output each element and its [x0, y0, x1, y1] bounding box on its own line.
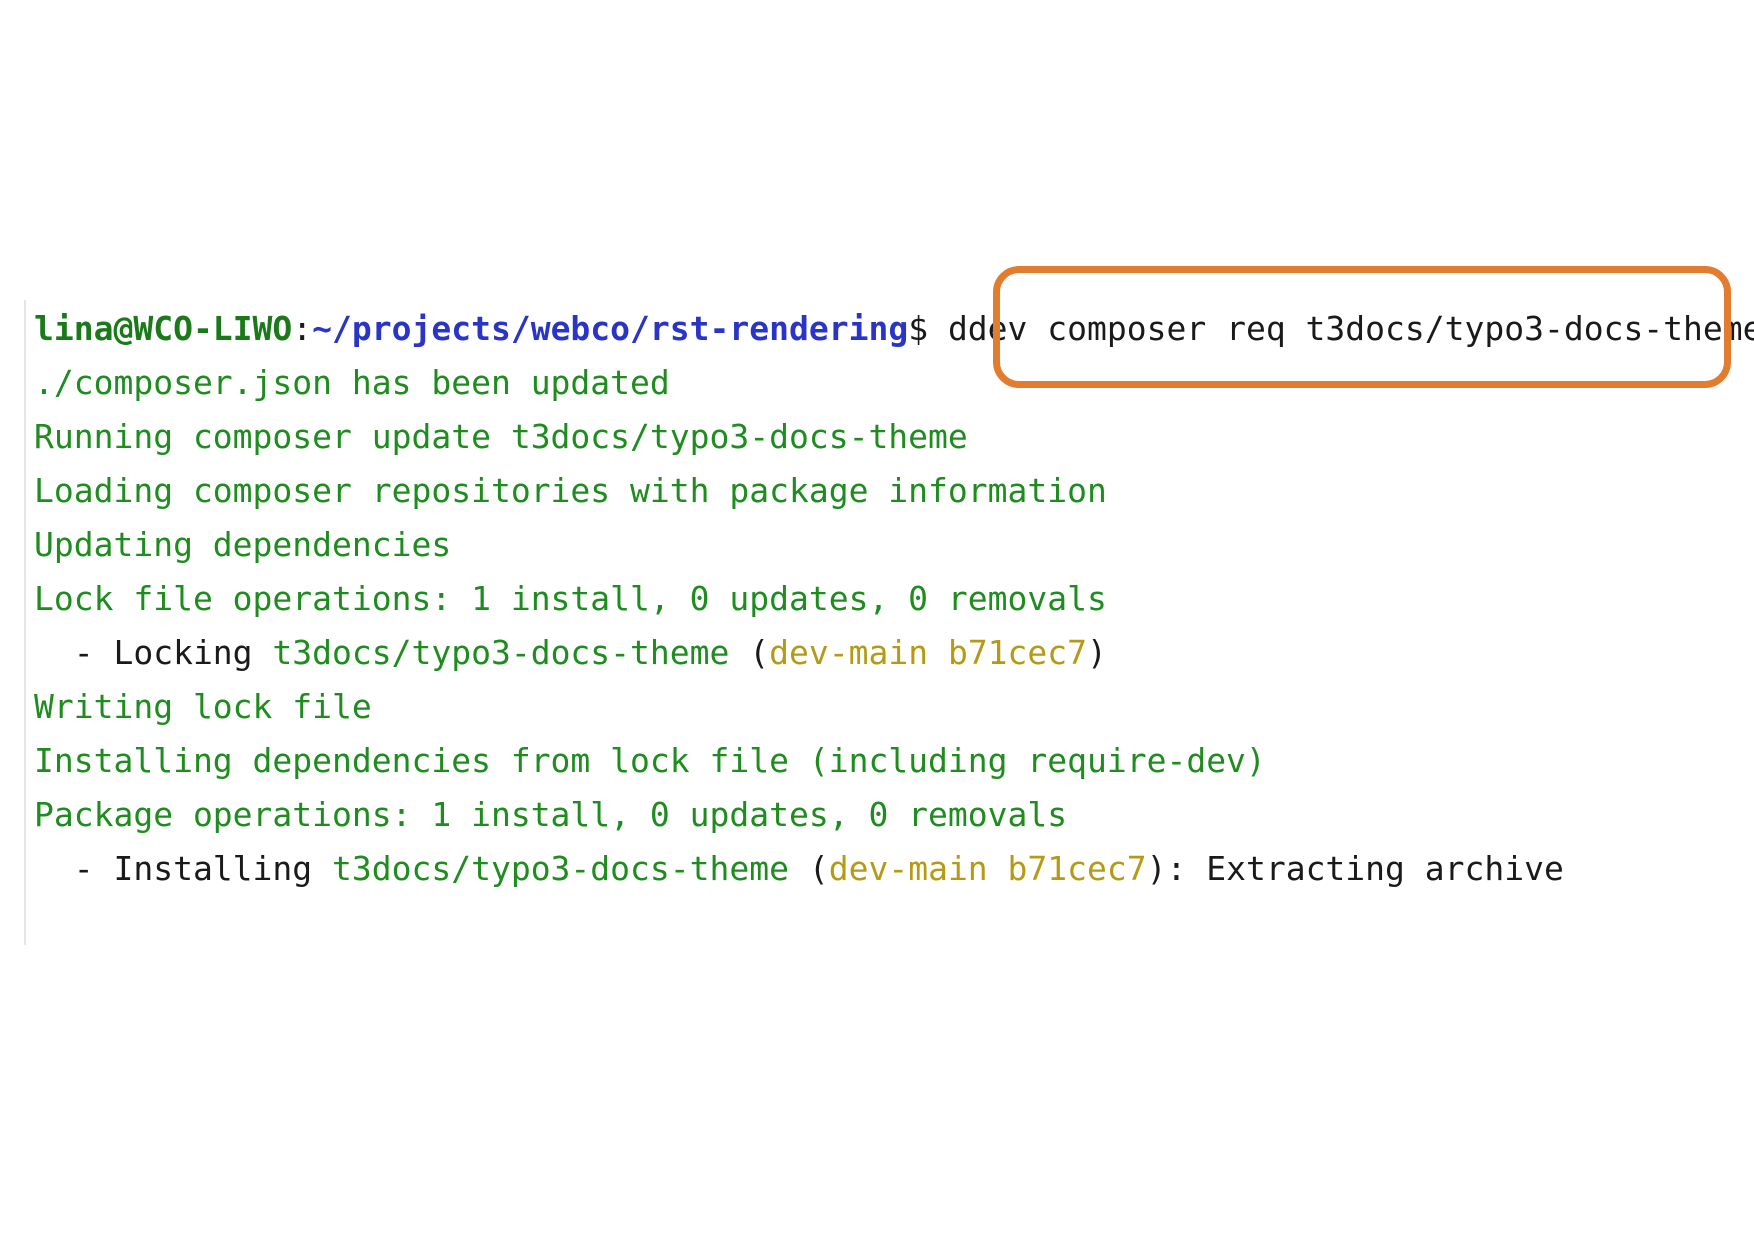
- locking-line: - Locking t3docs/typo3-docs-theme (dev-m…: [34, 630, 1107, 676]
- locking-version: dev-main b71cec7: [769, 633, 1088, 672]
- installing-line: - Installing t3docs/typo3-docs-theme (de…: [34, 846, 1564, 892]
- locking-package: t3docs/typo3-docs-theme: [272, 633, 730, 672]
- installing-version: dev-main b71cec7: [828, 849, 1147, 888]
- terminal-output: lina@WCO-LIWO:~/projects/webco/rst-rende…: [24, 300, 1754, 945]
- output-line: ./composer.json has been updated: [34, 363, 670, 402]
- output-line: Lock file operations: 1 install, 0 updat…: [34, 579, 1107, 618]
- locking-prefix: - Locking: [34, 633, 273, 672]
- installing-prefix: - Installing: [34, 849, 333, 888]
- command-highlight-box: [993, 266, 1731, 388]
- output-line: Loading composer repositories with packa…: [34, 471, 1107, 510]
- prompt-separator: :: [292, 309, 313, 348]
- locking-close-paren: ): [1087, 633, 1107, 672]
- prompt-dollar: $: [908, 309, 948, 348]
- output-line: Updating dependencies: [34, 525, 452, 564]
- installing-package: t3docs/typo3-docs-theme: [332, 849, 789, 888]
- output-line: Running composer update t3docs/typo3-doc…: [34, 417, 968, 456]
- output-line: Writing lock file: [34, 687, 372, 726]
- prompt-user-host: lina@WCO-LIWO: [34, 309, 293, 348]
- prompt-path: ~/projects/webco/rst-rendering: [312, 309, 909, 348]
- locking-open-paren: (: [729, 633, 770, 672]
- installing-open-paren: (: [788, 849, 829, 888]
- output-line: Package operations: 1 install, 0 updates…: [34, 795, 1068, 834]
- output-line: Installing dependencies from lock file (…: [34, 741, 1266, 780]
- installing-suffix: ): Extracting archive: [1146, 849, 1564, 888]
